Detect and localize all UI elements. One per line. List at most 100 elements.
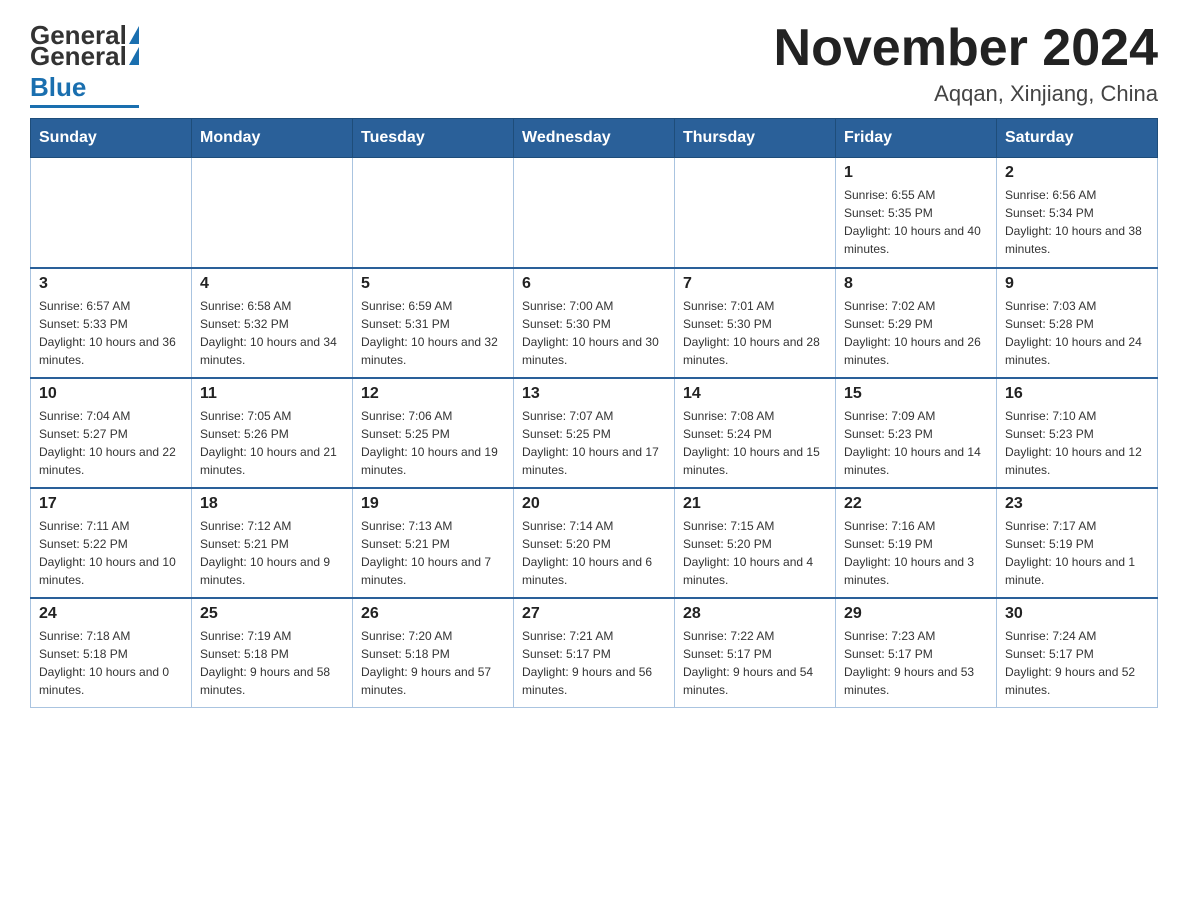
calendar-cell: 16Sunrise: 7:10 AM Sunset: 5:23 PM Dayli…	[997, 378, 1158, 488]
day-number: 29	[844, 605, 988, 623]
calendar-cell: 2 Sunrise: 6:56 AM Sunset: 5:34 PM Daylig…	[997, 158, 1158, 268]
day-number: 22	[844, 495, 988, 513]
calendar-header-row: SundayMondayTuesdayWednesdayThursdayFrid…	[31, 119, 1158, 158]
calendar-cell: 4 Sunrise: 6:58 AM Sunset: 5:32 PM Daylig…	[192, 268, 353, 378]
logo-arrow-icon	[129, 47, 139, 65]
day-info: Sunrise: 7:16 AM Sunset: 5:19 PM Dayligh…	[844, 517, 988, 589]
calendar-cell: 13 Sunrise: 7:07 AM Sunset: 5:25 PM Dayli…	[514, 378, 675, 488]
calendar-cell: 12 Sunrise: 7:06 AM Sunset: 5:25 PM Dayli…	[353, 378, 514, 488]
calendar-week-row: 10Sunrise: 7:04 AM Sunset: 5:27 PM Dayli…	[31, 378, 1158, 488]
calendar-cell: 15 Sunrise: 7:09 AM Sunset: 5:23 PM Dayli…	[836, 378, 997, 488]
day-number: 25	[200, 605, 344, 623]
calendar-cell: 14Sunrise: 7:08 AM Sunset: 5:24 PM Dayli…	[675, 378, 836, 488]
calendar-cell: 20 Sunrise: 7:14 AM Sunset: 5:20 PM Dayli…	[514, 488, 675, 598]
calendar-cell: 27 Sunrise: 7:21 AM Sunset: 5:17 PM Dayli…	[514, 598, 675, 708]
day-info: Sunrise: 7:10 AM Sunset: 5:23 PM Dayligh…	[1005, 407, 1149, 479]
calendar-cell: 17Sunrise: 7:11 AM Sunset: 5:22 PM Dayli…	[31, 488, 192, 598]
calendar-header-sunday: Sunday	[31, 119, 192, 158]
day-number: 27	[522, 605, 666, 623]
day-info: Sunrise: 7:14 AM Sunset: 5:20 PM Dayligh…	[522, 517, 666, 589]
day-info: Sunrise: 6:55 AM Sunset: 5:35 PM Dayligh…	[844, 186, 988, 258]
calendar-cell: 26Sunrise: 7:20 AM Sunset: 5:18 PM Dayli…	[353, 598, 514, 708]
day-info: Sunrise: 7:24 AM Sunset: 5:17 PM Dayligh…	[1005, 627, 1149, 699]
day-number: 19	[361, 495, 505, 513]
day-number: 10	[39, 385, 183, 403]
day-info: Sunrise: 7:22 AM Sunset: 5:17 PM Dayligh…	[683, 627, 827, 699]
calendar-cell: 11 Sunrise: 7:05 AM Sunset: 5:26 PM Dayli…	[192, 378, 353, 488]
day-number: 1	[844, 164, 988, 182]
calendar-cell: 1 Sunrise: 6:55 AM Sunset: 5:35 PM Daylig…	[836, 158, 997, 268]
calendar-cell: 25 Sunrise: 7:19 AM Sunset: 5:18 PM Dayli…	[192, 598, 353, 708]
day-info: Sunrise: 7:23 AM Sunset: 5:17 PM Dayligh…	[844, 627, 988, 699]
calendar-cell: 21Sunrise: 7:15 AM Sunset: 5:20 PM Dayli…	[675, 488, 836, 598]
day-info: Sunrise: 6:56 AM Sunset: 5:34 PM Dayligh…	[1005, 186, 1149, 258]
calendar-header-saturday: Saturday	[997, 119, 1158, 158]
day-info: Sunrise: 7:12 AM Sunset: 5:21 PM Dayligh…	[200, 517, 344, 589]
day-info: Sunrise: 7:07 AM Sunset: 5:25 PM Dayligh…	[522, 407, 666, 479]
day-info: Sunrise: 6:58 AM Sunset: 5:32 PM Dayligh…	[200, 297, 344, 369]
calendar-week-row: 17Sunrise: 7:11 AM Sunset: 5:22 PM Dayli…	[31, 488, 1158, 598]
calendar-header-thursday: Thursday	[675, 119, 836, 158]
day-number: 28	[683, 605, 827, 623]
logo-blue-text: Blue	[30, 72, 86, 103]
calendar-cell: 9Sunrise: 7:03 AM Sunset: 5:28 PM Daylig…	[997, 268, 1158, 378]
calendar-cell: 7 Sunrise: 7:01 AM Sunset: 5:30 PM Daylig…	[675, 268, 836, 378]
day-number: 17	[39, 495, 183, 513]
day-number: 15	[844, 385, 988, 403]
calendar-cell: 23 Sunrise: 7:17 AM Sunset: 5:19 PM Dayli…	[997, 488, 1158, 598]
calendar-cell	[514, 158, 675, 268]
day-number: 11	[200, 385, 344, 403]
calendar-header-friday: Friday	[836, 119, 997, 158]
day-number: 2	[1005, 164, 1149, 182]
calendar-header-wednesday: Wednesday	[514, 119, 675, 158]
day-info: Sunrise: 7:02 AM Sunset: 5:29 PM Dayligh…	[844, 297, 988, 369]
day-info: Sunrise: 7:20 AM Sunset: 5:18 PM Dayligh…	[361, 627, 505, 699]
calendar-week-row: 1 Sunrise: 6:55 AM Sunset: 5:35 PM Daylig…	[31, 158, 1158, 268]
day-number: 5	[361, 275, 505, 293]
day-number: 20	[522, 495, 666, 513]
day-number: 7	[683, 275, 827, 293]
day-number: 18	[200, 495, 344, 513]
location-text: Aqqan, Xinjiang, China	[774, 81, 1158, 107]
calendar-cell: 30 Sunrise: 7:24 AM Sunset: 5:17 PM Dayli…	[997, 598, 1158, 708]
calendar-cell: 5Sunrise: 6:59 AM Sunset: 5:31 PM Daylig…	[353, 268, 514, 378]
calendar-table: SundayMondayTuesdayWednesdayThursdayFrid…	[30, 118, 1158, 708]
calendar-cell: 22 Sunrise: 7:16 AM Sunset: 5:19 PM Dayli…	[836, 488, 997, 598]
logo: General General Blue	[30, 20, 139, 108]
day-number: 21	[683, 495, 827, 513]
day-info: Sunrise: 7:09 AM Sunset: 5:23 PM Dayligh…	[844, 407, 988, 479]
calendar-cell: 18 Sunrise: 7:12 AM Sunset: 5:21 PM Dayli…	[192, 488, 353, 598]
day-info: Sunrise: 6:57 AM Sunset: 5:33 PM Dayligh…	[39, 297, 183, 369]
day-info: Sunrise: 7:00 AM Sunset: 5:30 PM Dayligh…	[522, 297, 666, 369]
month-title: November 2024	[774, 20, 1158, 77]
day-info: Sunrise: 7:19 AM Sunset: 5:18 PM Dayligh…	[200, 627, 344, 699]
day-info: Sunrise: 7:17 AM Sunset: 5:19 PM Dayligh…	[1005, 517, 1149, 589]
day-info: Sunrise: 7:06 AM Sunset: 5:25 PM Dayligh…	[361, 407, 505, 479]
day-info: Sunrise: 7:05 AM Sunset: 5:26 PM Dayligh…	[200, 407, 344, 479]
title-section: November 2024 Aqqan, Xinjiang, China	[774, 20, 1158, 107]
calendar-cell: 10Sunrise: 7:04 AM Sunset: 5:27 PM Dayli…	[31, 378, 192, 488]
day-number: 13	[522, 385, 666, 403]
calendar-cell: 24Sunrise: 7:18 AM Sunset: 5:18 PM Dayli…	[31, 598, 192, 708]
day-number: 6	[522, 275, 666, 293]
calendar-cell	[31, 158, 192, 268]
day-info: Sunrise: 7:13 AM Sunset: 5:21 PM Dayligh…	[361, 517, 505, 589]
day-info: Sunrise: 7:03 AM Sunset: 5:28 PM Dayligh…	[1005, 297, 1149, 369]
calendar-week-row: 3 Sunrise: 6:57 AM Sunset: 5:33 PM Daylig…	[31, 268, 1158, 378]
day-number: 23	[1005, 495, 1149, 513]
calendar-cell: 29 Sunrise: 7:23 AM Sunset: 5:17 PM Dayli…	[836, 598, 997, 708]
calendar-cell: 3 Sunrise: 6:57 AM Sunset: 5:33 PM Daylig…	[31, 268, 192, 378]
calendar-cell: 8 Sunrise: 7:02 AM Sunset: 5:29 PM Daylig…	[836, 268, 997, 378]
day-number: 3	[39, 275, 183, 293]
calendar-header-tuesday: Tuesday	[353, 119, 514, 158]
day-info: Sunrise: 7:21 AM Sunset: 5:17 PM Dayligh…	[522, 627, 666, 699]
day-info: Sunrise: 7:01 AM Sunset: 5:30 PM Dayligh…	[683, 297, 827, 369]
day-number: 30	[1005, 605, 1149, 623]
calendar-cell: 19 Sunrise: 7:13 AM Sunset: 5:21 PM Dayli…	[353, 488, 514, 598]
day-number: 8	[844, 275, 988, 293]
calendar-cell	[675, 158, 836, 268]
day-number: 12	[361, 385, 505, 403]
logo-general-text2: General	[30, 41, 127, 72]
day-number: 4	[200, 275, 344, 293]
day-number: 14	[683, 385, 827, 403]
